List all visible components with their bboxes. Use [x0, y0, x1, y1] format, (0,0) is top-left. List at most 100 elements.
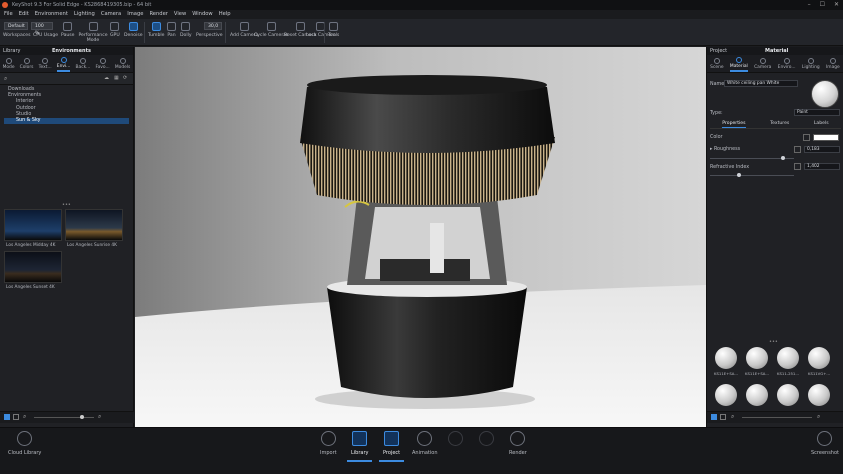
tab-environment[interactable]: Enviro... — [778, 55, 796, 72]
speaker-bracket — [430, 223, 444, 273]
refractive-index-slider[interactable] — [710, 175, 794, 176]
gpu-button[interactable]: GPU — [110, 22, 120, 38]
close-icon[interactable]: ✕ — [834, 0, 839, 10]
folder-tree: Downloads Environments Interior Outdoor … — [0, 85, 133, 126]
zoom-in-icon[interactable]: ⌕ — [98, 413, 101, 421]
tab-material[interactable]: Material — [729, 55, 748, 72]
roughness-field[interactable]: 0,183 — [804, 146, 840, 153]
maximize-icon[interactable]: ☐ — [820, 0, 825, 10]
material-name-field[interactable]: White ceiling pan White — [724, 80, 798, 87]
subtab-labels[interactable]: Labels — [814, 121, 829, 128]
cpu-usage-button[interactable]: CPU Usage — [33, 33, 58, 38]
menu-edit[interactable]: Edit — [19, 10, 29, 19]
zoom-out-icon[interactable]: ⌕ — [23, 413, 26, 421]
project-button[interactable]: Project — [378, 431, 405, 462]
splitter-handle[interactable]: ••• — [62, 202, 71, 208]
grid-view-icon[interactable]: ▦ — [114, 75, 119, 81]
material-type-select[interactable]: Paint — [794, 109, 840, 116]
workspace-select[interactable]: Default — [4, 22, 28, 30]
menu-window[interactable]: Window — [192, 10, 212, 19]
material-ball[interactable] — [746, 347, 768, 369]
refresh-icon[interactable]: ⟳ — [123, 75, 127, 81]
keyshotxr-button[interactable] — [448, 431, 463, 450]
material-ball[interactable] — [777, 384, 799, 406]
grid-size-icon[interactable] — [4, 414, 10, 420]
workspaces-button[interactable]: Workspaces — [3, 33, 31, 38]
tab-camera[interactable]: Camera — [754, 55, 771, 72]
menu-view[interactable]: View — [174, 10, 186, 19]
roughness-texture-icon[interactable] — [794, 146, 801, 153]
splitter-handle[interactable]: ••• — [769, 339, 778, 345]
thumbnail-size-slider[interactable] — [34, 417, 94, 418]
roughness-slider-knob[interactable] — [781, 156, 785, 160]
library-button[interactable]: Library — [346, 431, 374, 462]
tumble-button[interactable]: Tumble — [148, 22, 165, 38]
menu-lighting[interactable]: Lighting — [74, 10, 95, 19]
slider-knob[interactable] — [80, 415, 84, 419]
cloud-icon[interactable]: ☁ — [104, 75, 109, 81]
menu-camera[interactable]: Camera — [101, 10, 121, 19]
tree-item-sun-sky[interactable]: Sun & Sky — [4, 118, 129, 125]
render-viewport[interactable] — [135, 47, 706, 427]
grid-size-icon[interactable] — [711, 414, 717, 420]
fov-field[interactable]: 30,0 — [204, 22, 222, 30]
render-button[interactable]: Render — [509, 431, 527, 456]
perspective-button[interactable]: Perspective — [196, 33, 223, 38]
env-thumbnail-sunset[interactable] — [4, 251, 62, 283]
zoom-in-icon[interactable]: ⌕ — [817, 413, 820, 421]
tab-models[interactable]: Models — [115, 55, 130, 72]
tab-textures[interactable]: Text... — [39, 55, 52, 72]
tab-mode[interactable]: Mode — [3, 55, 15, 72]
color-swatch[interactable] — [813, 134, 839, 141]
refractive-index-knob[interactable] — [737, 173, 741, 177]
list-view-icon[interactable] — [13, 414, 19, 420]
minimize-icon[interactable]: – — [808, 0, 811, 10]
list-view-icon[interactable] — [720, 414, 726, 420]
denoise-button[interactable]: Denoise — [124, 22, 143, 38]
render-image — [135, 47, 706, 427]
material-preview[interactable] — [811, 80, 839, 108]
import-icon — [320, 431, 336, 446]
zoom-select[interactable]: 100 % — [31, 22, 53, 36]
menu-help[interactable]: Help — [219, 10, 231, 19]
material-ball[interactable] — [808, 347, 830, 369]
subtab-textures[interactable]: Textures — [770, 121, 789, 128]
tab-colors[interactable]: Colors — [20, 55, 33, 72]
tools-button[interactable]: Tools — [328, 22, 339, 38]
color-texture-icon[interactable] — [803, 134, 810, 141]
tab-backplates[interactable]: Back... — [76, 55, 90, 72]
zoom-out-icon[interactable]: ⌕ — [731, 413, 734, 421]
refractive-index-field[interactable]: 1,402 — [804, 163, 840, 170]
import-button[interactable]: Import — [320, 431, 337, 456]
pause-button[interactable]: Pause — [61, 22, 75, 38]
material-ball[interactable] — [746, 384, 768, 406]
cloud-library-button[interactable]: Cloud Library — [8, 431, 41, 456]
material-ball[interactable] — [777, 347, 799, 369]
tab-lighting[interactable]: Lighting — [802, 55, 820, 72]
menu-image[interactable]: Image — [127, 10, 143, 19]
subtab-properties[interactable]: Properties — [722, 121, 746, 128]
tab-favorites[interactable]: Favo... — [96, 55, 110, 72]
menu-file[interactable]: File — [4, 10, 13, 19]
menu-render[interactable]: Render — [149, 10, 167, 19]
material-ball[interactable] — [808, 384, 830, 406]
tab-label: Material — [729, 63, 748, 69]
menu-environment[interactable]: Environment — [35, 10, 68, 19]
keyvr-button[interactable] — [479, 431, 494, 450]
thumbnail-size-slider[interactable] — [742, 417, 812, 418]
env-thumbnail-sunrise[interactable] — [65, 209, 123, 241]
tab-environments[interactable]: Envi... — [56, 55, 71, 72]
refractive-texture-icon[interactable] — [794, 163, 801, 170]
animation-button[interactable]: Animation — [412, 431, 438, 456]
library-search[interactable]: ⌕ ☁ ▦ ⟳ — [0, 73, 133, 85]
dolly-button[interactable]: Dolly — [180, 22, 192, 38]
tab-image[interactable]: Image — [826, 55, 840, 72]
env-thumbnail-midday[interactable] — [4, 209, 62, 241]
material-ball[interactable] — [715, 347, 737, 369]
tab-scene[interactable]: Scene — [710, 55, 724, 72]
screenshot-button[interactable]: Screenshot — [811, 431, 839, 456]
search-icon[interactable]: ⌕ — [4, 75, 7, 83]
material-ball[interactable] — [715, 384, 737, 406]
performance-mode-button[interactable]: Performance Mode — [78, 22, 108, 43]
pan-button[interactable]: Pan — [167, 22, 176, 38]
